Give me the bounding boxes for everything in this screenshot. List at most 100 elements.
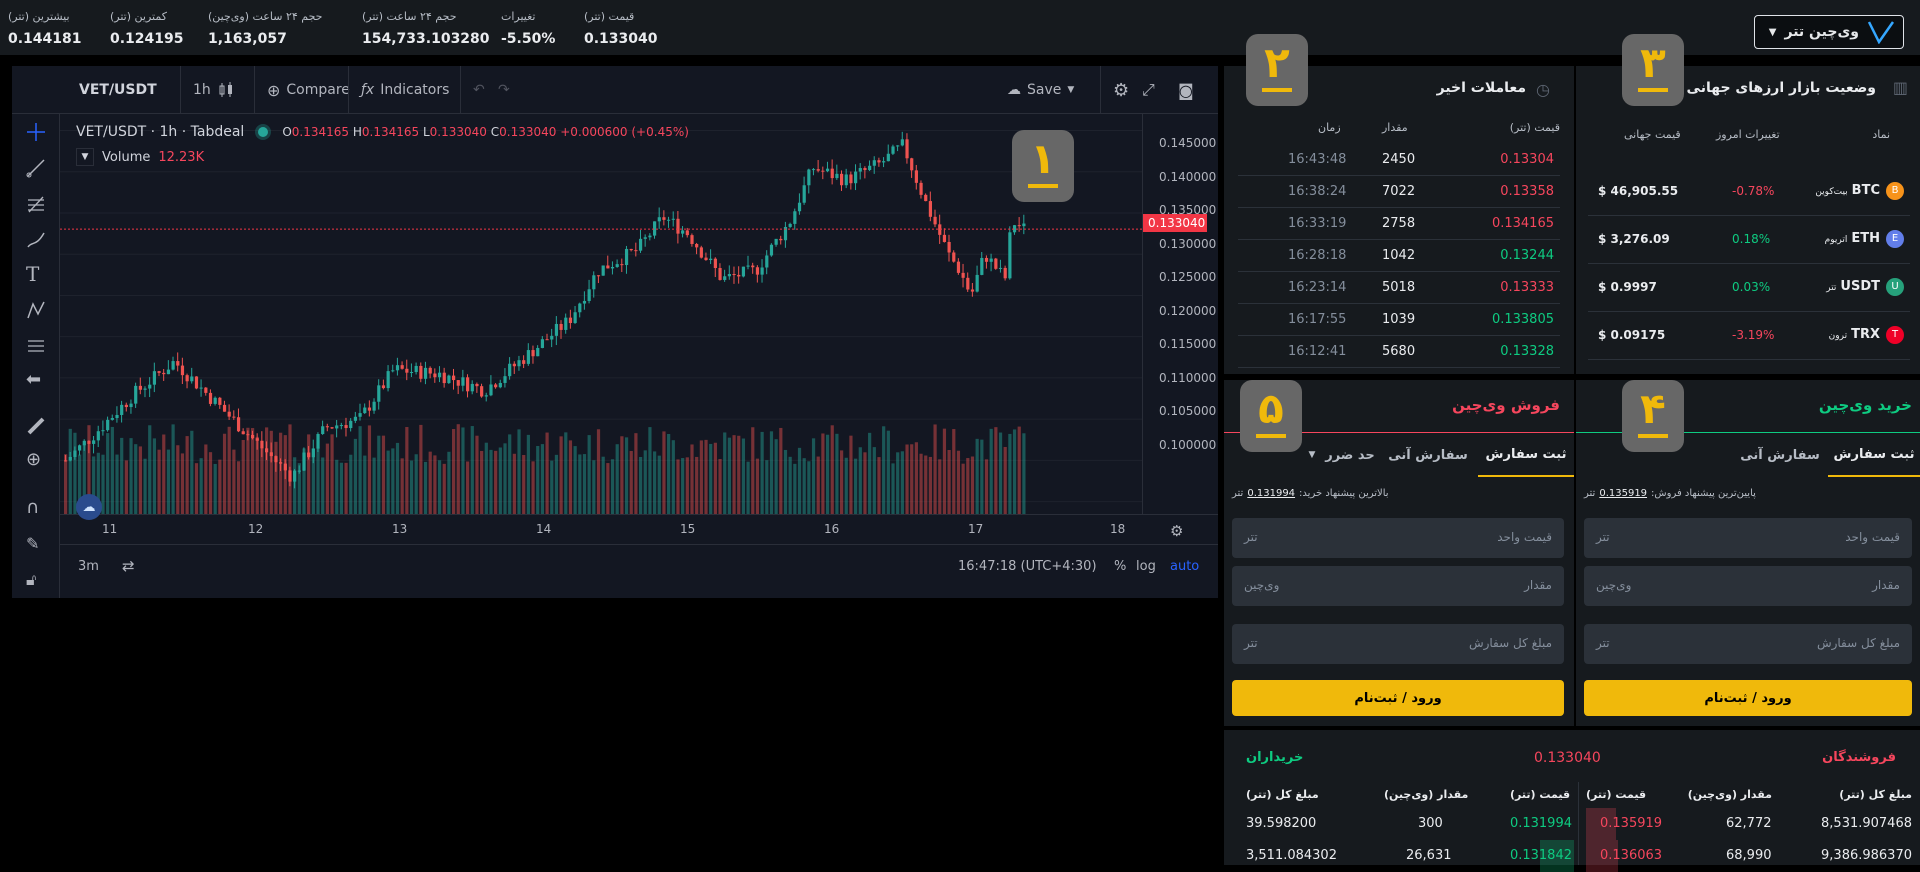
ruler-icon[interactable] — [26, 416, 46, 436]
volume-bar — [400, 458, 404, 514]
tab-buy-limit[interactable]: ثبت سفارش — [1828, 433, 1920, 477]
volume-bar — [152, 438, 157, 514]
candle-body — [910, 158, 914, 171]
volume-bar — [755, 458, 760, 514]
pair-selector[interactable]: ▼ وی‌چین تتر — [1754, 15, 1904, 49]
buyer-row[interactable]: 39.598200 300 0.131994 — [1246, 808, 1572, 840]
save-button[interactable]: ☁ Save ▼ — [1007, 66, 1074, 114]
volume-bar — [498, 447, 502, 514]
trade-amount: 7022 — [1382, 184, 1416, 199]
btc-coin-icon: B — [1886, 182, 1904, 200]
best-bid-value[interactable]: 0.131994 — [1247, 488, 1295, 499]
sell-total-input[interactable]: مبلغ کل سفارش تتر — [1232, 624, 1564, 664]
chevron-down-icon[interactable]: ▼ — [1304, 433, 1320, 477]
stat-label: حجم ۲۴ ساعت (تتر) — [362, 10, 457, 23]
volume-bar — [171, 424, 175, 514]
candle-body — [905, 139, 909, 159]
candle-body — [288, 470, 292, 482]
volume-bar — [928, 456, 933, 514]
volume-bar — [110, 426, 114, 514]
crosshair-icon[interactable] — [26, 122, 46, 142]
tab-sell-limit[interactable]: ثبت سفارش — [1478, 433, 1574, 477]
chevron-down-icon: ▼ — [1067, 85, 1075, 95]
buy-unit-price-input[interactable]: قیمت واحد تتر — [1584, 518, 1912, 558]
fib-tool-icon[interactable] — [26, 194, 46, 214]
candle-body — [120, 404, 124, 415]
redo-icon[interactable]: ↷ — [498, 66, 510, 114]
candle-body — [709, 258, 713, 261]
input-unit: تتر — [1244, 636, 1258, 650]
volume-bar — [358, 426, 362, 514]
global-market-row[interactable]: $ 3,276.09 0.18% ETH اتریوم E — [1588, 216, 1910, 264]
trend-line-icon[interactable] — [26, 158, 46, 178]
buy-amount-input[interactable]: مقدار وی‌چین — [1584, 566, 1912, 606]
volume-bar — [480, 450, 484, 514]
volume-bar — [816, 456, 820, 514]
global-market-row[interactable]: $ 0.9997 0.03% USDT تتر U — [1588, 264, 1910, 312]
tab-buy-market[interactable]: سفارش آنی — [1740, 433, 1820, 477]
undo-icon[interactable]: ↶ — [460, 66, 485, 114]
arrow-left-icon[interactable]: ⬅ — [26, 370, 46, 390]
volume-bar — [779, 427, 783, 514]
text-tool-icon[interactable]: T — [26, 264, 46, 284]
candlestick-plot[interactable] — [60, 114, 1142, 514]
buy-total-input[interactable]: مبلغ کل سفارش تتر — [1584, 624, 1912, 664]
log-scale-button[interactable]: log — [1136, 559, 1156, 574]
indicators-button[interactable]: ƒx Indicators — [348, 66, 449, 114]
collapse-chevron-icon[interactable]: ▼ — [76, 148, 94, 166]
volume-bar — [213, 463, 217, 514]
clock-label[interactable]: 16:47:18 (UTC+4:30) — [958, 559, 1097, 574]
lock-drawing-icon[interactable]: ✎ — [26, 534, 46, 554]
best-ask-value[interactable]: 0.135919 — [1599, 488, 1647, 499]
sell-amount-input[interactable]: مقدار وی‌چین — [1232, 566, 1564, 606]
seller-amount: 68,990 — [1726, 848, 1772, 863]
symbol-button[interactable]: VET/USDT — [79, 66, 157, 114]
goto-date-icon[interactable]: ⇄ — [122, 557, 135, 575]
coin-name: تتر — [1826, 283, 1837, 293]
pattern-icon[interactable] — [26, 300, 46, 320]
zoom-in-icon[interactable]: ⊕ — [26, 450, 46, 470]
volume-bar — [512, 453, 516, 514]
fullscreen-icon[interactable]: ⤢ — [1142, 66, 1155, 114]
auto-scale-button[interactable]: auto — [1170, 559, 1199, 574]
candle-body — [550, 335, 554, 340]
lock-icon[interactable]: 🔓︎ — [26, 570, 46, 590]
settings-gear-icon[interactable]: ⚙ — [1100, 66, 1129, 114]
candle-body — [601, 265, 605, 276]
sell-login-button[interactable]: ورود / ثبت‌نام — [1232, 680, 1564, 716]
buy-title: خرید وی‌چین — [1818, 396, 1912, 414]
percent-scale-button[interactable]: % — [1114, 559, 1126, 574]
ohlc-o-label: O — [282, 125, 292, 139]
camera-icon[interactable]: ◙ — [1178, 66, 1194, 114]
candle-body — [316, 434, 320, 449]
buy-login-button[interactable]: ورود / ثبت‌نام — [1584, 680, 1912, 716]
trade-price: 0.13358 — [1500, 184, 1554, 199]
interval-button[interactable]: 1h — [180, 66, 211, 114]
global-market-row[interactable]: $ 46,905.55 -0.78% BTC بیت‌کوین B — [1588, 168, 1910, 216]
brush-icon[interactable] — [26, 230, 46, 250]
tab-sell-market[interactable]: سفارش آنی — [1388, 433, 1468, 477]
coin-symbol: TRX — [1851, 327, 1880, 342]
buyer-row[interactable]: 3,511.084302 26,631 0.131842 — [1246, 840, 1574, 872]
candle-body — [998, 267, 1003, 269]
range-3m-button[interactable]: 3m — [78, 559, 99, 574]
seller-row[interactable]: 0.136063 68,990 9,386.986370 — [1586, 840, 1912, 872]
compare-button[interactable]: ⊕ Compare — [254, 66, 350, 114]
candle-body — [559, 323, 563, 330]
time-axis[interactable]: 11 12 13 14 15 16 17 18 ⚙ — [60, 514, 1218, 544]
tab-sell-stop[interactable]: حد ضرر — [1322, 433, 1378, 477]
price-axis[interactable]: 0.145000 0.140000 0.135000 0.130000 0.12… — [1142, 114, 1218, 514]
candle-type-icon[interactable] — [217, 66, 235, 114]
seller-row[interactable]: 0.135919 62,772 8,531.907468 — [1586, 808, 1912, 840]
axis-settings-icon[interactable]: ⚙ — [1170, 522, 1183, 540]
sell-unit-price-input[interactable]: قیمت واحد تتر — [1232, 518, 1564, 558]
trade-price: 0.13328 — [1500, 344, 1554, 359]
candle-body — [372, 401, 376, 411]
prediction-icon[interactable] — [26, 336, 46, 356]
volume-bar — [236, 461, 241, 514]
global-market-row[interactable]: $ 0.09175 -3.19% TRX ترون T — [1588, 312, 1910, 360]
candle-body — [185, 375, 189, 382]
volume-bar — [620, 436, 624, 514]
magnet-icon[interactable]: ∩ — [26, 498, 46, 518]
candle-body — [115, 414, 119, 419]
